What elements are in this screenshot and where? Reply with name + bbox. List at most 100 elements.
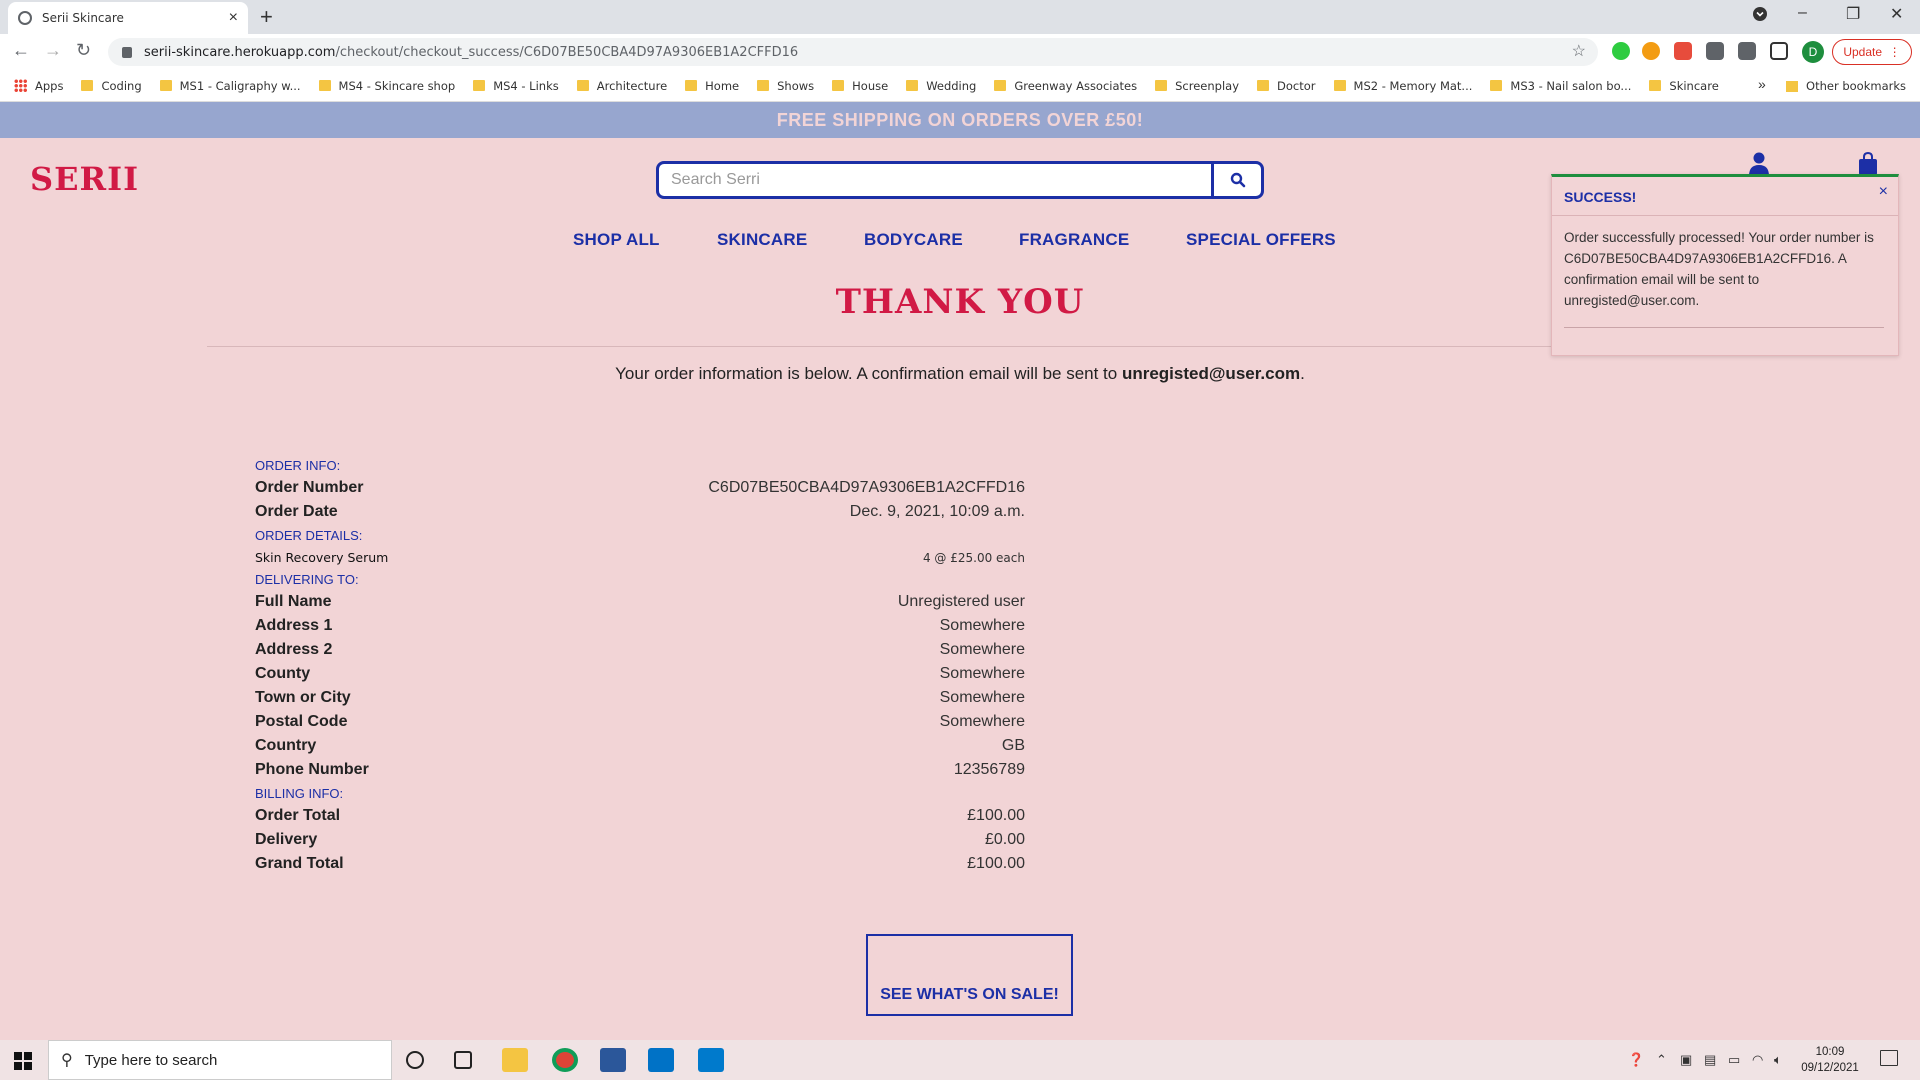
file-explorer-icon[interactable] xyxy=(502,1048,528,1072)
tab-close-icon[interactable]: × xyxy=(229,9,238,27)
back-icon[interactable]: ← xyxy=(12,40,30,61)
close-window-icon[interactable]: ✕ xyxy=(1890,4,1903,24)
side-panel-icon[interactable] xyxy=(1770,42,1788,60)
bookmark-item[interactable]: MS2 - Memory Mat... xyxy=(1333,78,1473,93)
reload-icon[interactable]: ↻ xyxy=(76,40,91,61)
bookmark-label: Greenway Associates xyxy=(1014,78,1138,93)
close-icon[interactable]: × xyxy=(1879,183,1888,201)
row-value: C6D07BE50CBA4D97A9306EB1A2CFFD16 xyxy=(708,479,1025,496)
bookmark-item[interactable]: MS1 - Caligraphy w... xyxy=(159,79,301,93)
confirmation-message: Your order information is below. A confi… xyxy=(0,364,1920,384)
folder-icon xyxy=(832,80,845,91)
section-delivering-to: DELIVERING TO: xyxy=(255,572,359,587)
address-bar[interactable]: serii-skincare.herokuapp.com /checkout/c… xyxy=(108,38,1598,66)
chrome-icon[interactable] xyxy=(552,1048,578,1072)
notifications-icon[interactable] xyxy=(1880,1050,1898,1066)
bookmark-item[interactable]: Greenway Associates xyxy=(994,79,1137,93)
bookmark-item[interactable]: Architecture xyxy=(576,79,667,93)
taskbar-search[interactable]: ⚲ Type here to search xyxy=(48,1040,392,1080)
bookmark-label: Coding xyxy=(101,78,142,93)
nav-bodycare[interactable]: BODYCARE xyxy=(864,230,963,250)
row-label: Delivery xyxy=(255,831,318,848)
bookmark-item[interactable]: Screenplay xyxy=(1155,79,1239,93)
bookmark-label: MS2 - Memory Mat... xyxy=(1353,78,1473,93)
forward-icon[interactable]: → xyxy=(44,40,62,61)
tray-app-icon[interactable]: ▣ xyxy=(1680,1052,1692,1068)
bookmark-label: Apps xyxy=(35,78,64,93)
vscode-icon[interactable] xyxy=(698,1048,724,1072)
windows-start-icon[interactable] xyxy=(14,1052,32,1070)
restore-icon[interactable]: ❐ xyxy=(1846,4,1860,24)
bookmark-label: MS4 - Skincare shop xyxy=(338,78,456,93)
bookmark-item[interactable]: Coding xyxy=(81,78,142,93)
bookmark-label: Doctor xyxy=(1277,78,1316,93)
browser-tab[interactable]: Serii Skincare × xyxy=(8,2,248,34)
lock-icon xyxy=(122,46,132,58)
row-label: Address 1 xyxy=(255,617,333,634)
system-clock[interactable]: 10:09 09/12/2021 xyxy=(1798,1044,1862,1076)
folder-icon xyxy=(576,80,589,91)
row-label: Order Date xyxy=(255,503,338,520)
bookmark-star-icon[interactable]: ☆ xyxy=(1572,41,1586,61)
cortana-icon[interactable] xyxy=(406,1051,424,1069)
search-button[interactable] xyxy=(1211,164,1261,196)
folder-icon xyxy=(1155,80,1168,91)
tray-meet-icon[interactable]: ▤ xyxy=(1704,1052,1716,1068)
row-label: Country xyxy=(255,737,317,754)
show-hidden-icons[interactable]: ⌃ xyxy=(1656,1052,1667,1068)
order-item-row: Skin Recovery Serum 4 @ £25.00 each xyxy=(255,548,1025,568)
bookmark-item[interactable]: Doctor xyxy=(1257,79,1316,93)
minimize-icon[interactable]: – xyxy=(1798,4,1807,22)
see-sale-button[interactable]: SEE WHAT'S ON SALE! xyxy=(866,934,1073,1016)
nav-fragrance[interactable]: FRAGRANCE xyxy=(1019,230,1129,250)
site-logo[interactable]: SERII xyxy=(30,160,139,198)
url-path: /checkout/checkout_success/C6D07BE50CBA4… xyxy=(335,44,799,60)
url-host: serii-skincare.herokuapp.com xyxy=(144,44,336,60)
update-button[interactable]: Update ⋮ xyxy=(1832,39,1912,65)
shopping-bag-icon[interactable] xyxy=(1858,152,1878,176)
tab-search-icon[interactable] xyxy=(1752,6,1768,27)
search-icon: ⚲ xyxy=(61,1052,73,1069)
nav-special-offers[interactable]: SPECIAL OFFERS xyxy=(1186,230,1336,250)
extensions-puzzle-icon[interactable] xyxy=(1706,42,1724,60)
new-tab-icon[interactable]: + xyxy=(260,4,273,30)
extension-tp-icon[interactable] xyxy=(1674,42,1692,60)
extension-orange-icon[interactable] xyxy=(1642,42,1660,60)
nav-shop-all[interactable]: SHOP ALL xyxy=(573,230,660,250)
search-input[interactable] xyxy=(659,164,1211,196)
account-icon[interactable] xyxy=(1748,152,1770,176)
toast-title: SUCCESS! xyxy=(1564,189,1637,205)
other-bookmarks-label: Other bookmarks xyxy=(1806,79,1906,93)
bookmark-item[interactable]: House xyxy=(832,79,888,93)
bookmark-apps[interactable]: Apps xyxy=(14,79,63,93)
other-bookmarks[interactable]: Other bookmarks xyxy=(1786,79,1906,93)
site-search xyxy=(656,161,1264,199)
bookmark-item[interactable]: Wedding xyxy=(906,79,976,93)
task-view-icon[interactable] xyxy=(454,1051,472,1069)
battery-icon[interactable]: ▭ xyxy=(1728,1052,1740,1068)
bookmark-item[interactable]: Home xyxy=(685,79,739,93)
bookmark-item[interactable]: MS4 - Skincare shop xyxy=(318,78,456,93)
folder-icon xyxy=(994,80,1007,91)
bookmark-item[interactable]: MS4 - Links xyxy=(473,79,559,93)
nav-skincare[interactable]: SKINCARE xyxy=(717,230,807,250)
toast-divider xyxy=(1564,327,1884,328)
bookmark-item[interactable]: Shows xyxy=(757,79,814,93)
volume-icon[interactable]: 🔈︎ xyxy=(1774,1052,1782,1068)
bookmark-label: Home xyxy=(705,78,740,93)
more-bookmarks-icon[interactable]: » xyxy=(1758,76,1766,92)
help-icon[interactable]: ❓ xyxy=(1628,1052,1644,1068)
extension-green-icon[interactable] xyxy=(1612,42,1630,60)
outlook-icon[interactable] xyxy=(648,1048,674,1072)
bookmarks-bar: Apps Coding MS1 - Caligraphy w... MS4 - … xyxy=(0,70,1920,102)
profile-avatar[interactable]: D xyxy=(1802,41,1824,63)
wifi-icon[interactable]: ◠ xyxy=(1752,1052,1763,1068)
delivery-row: Town or City Somewhere xyxy=(255,686,1025,710)
bookmark-item[interactable]: Skincare xyxy=(1649,79,1719,93)
bookmark-item[interactable]: MS3 - Nail salon bo... xyxy=(1490,79,1631,93)
delivery-row: Country GB xyxy=(255,734,1025,758)
word-icon[interactable] xyxy=(600,1048,626,1072)
reading-list-icon[interactable] xyxy=(1738,42,1756,60)
row-value: Somewhere xyxy=(939,665,1025,682)
folder-icon xyxy=(685,80,698,91)
